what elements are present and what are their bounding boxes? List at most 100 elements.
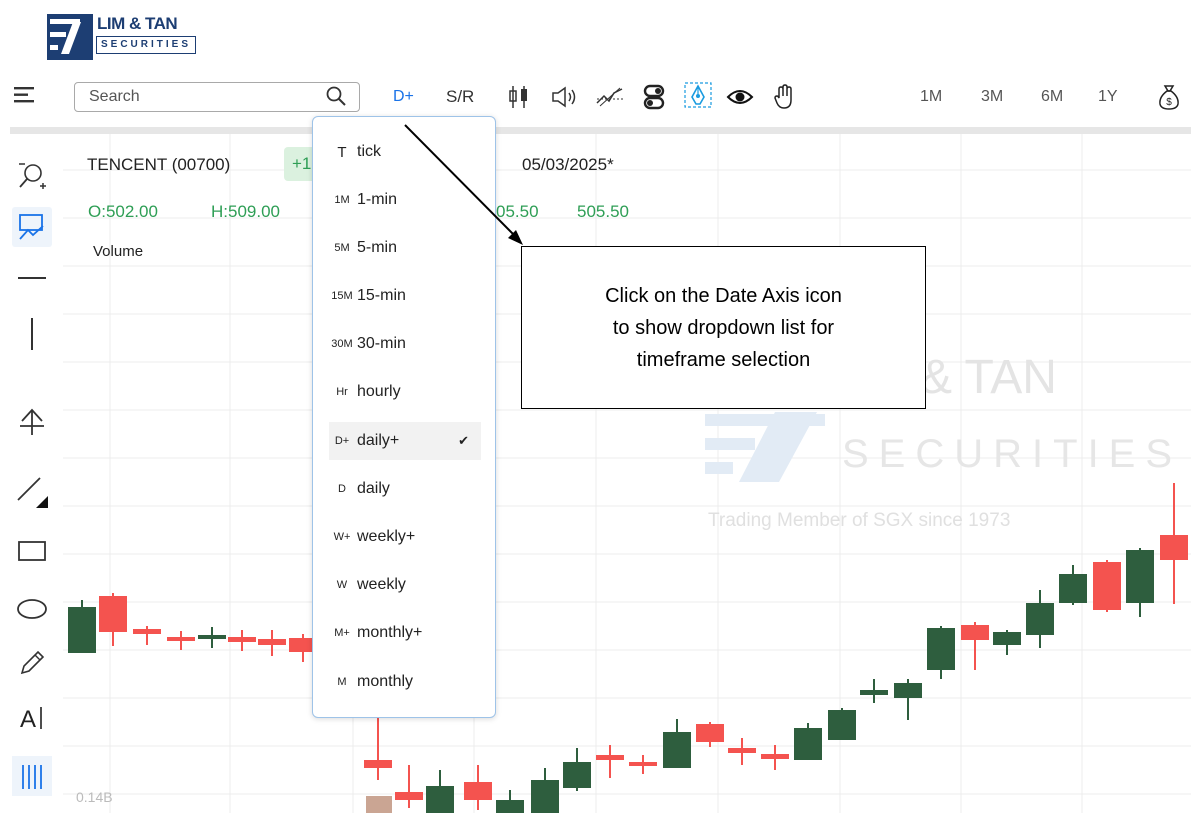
candle-body: [927, 628, 955, 670]
candle-body: [464, 782, 492, 800]
candle-body: [426, 786, 454, 813]
sound-icon[interactable]: [551, 86, 579, 112]
candle-body: [364, 760, 392, 768]
timeframe-option-daily[interactable]: Ddaily: [329, 470, 481, 508]
timeframe-label: monthly+: [357, 624, 423, 641]
trendline-icon[interactable]: [596, 86, 624, 112]
candle-body: [794, 728, 822, 760]
candle-body: [395, 792, 423, 800]
timeframe-label: monthly: [357, 673, 414, 690]
range-1y-button[interactable]: 1Y: [1098, 84, 1118, 110]
candle-body: [629, 762, 657, 766]
svg-text:A: A: [20, 706, 36, 732]
timeframe-option-monthly-plus[interactable]: M+ monthly+: [329, 614, 481, 652]
timeframe-option-monthly[interactable]: Mmonthly: [329, 663, 481, 701]
timeframe-option-hourly[interactable]: Hr hourly: [329, 373, 481, 411]
timeframe-code: 30M: [331, 338, 353, 350]
logo-subtitle: SECURITIES: [96, 36, 196, 54]
candle-body: [68, 607, 96, 653]
callout-line-2: to show dropdown list for: [612, 316, 835, 339]
watermark-title: & TAN: [920, 351, 1057, 404]
pencil-icon[interactable]: [12, 643, 52, 683]
candle-body: [828, 710, 856, 740]
timeframe-option-15-min[interactable]: 15M 15-min: [329, 277, 481, 315]
candle-body: [1160, 535, 1188, 560]
toggle-icon[interactable]: [643, 84, 665, 110]
date-axis-button[interactable]: D+: [393, 84, 414, 110]
timeframe-option-1-min[interactable]: 1M 1-min: [329, 181, 481, 219]
ohlc-low: 05.50: [496, 202, 539, 221]
candle-body: [761, 754, 789, 759]
rectangle-icon[interactable]: [12, 531, 52, 571]
timeframe-code: T: [337, 143, 347, 161]
volume-label: Volume: [93, 243, 144, 260]
candle-body: [228, 637, 256, 642]
timeframe-option-weekly[interactable]: Wweekly: [329, 566, 481, 604]
candle-body: [894, 683, 922, 698]
timeframe-code: W+: [333, 531, 351, 543]
volume-axis-tick: 0.14B: [76, 789, 113, 805]
ohlc-open: O:502.00: [88, 202, 158, 221]
timeframe-label: 15-min: [357, 287, 406, 304]
candle-body: [1093, 562, 1121, 610]
timeframe-option-daily-plus[interactable]: D+ daily+ ✔: [329, 422, 481, 460]
menu-icon[interactable]: [14, 86, 36, 104]
timeframe-label: 30-min: [357, 335, 406, 352]
candle-icon[interactable]: [508, 85, 530, 111]
timeframe-option-30-min[interactable]: 30M 30-min: [329, 325, 481, 363]
candle-body: [563, 762, 591, 788]
timeframe-code: D: [338, 483, 346, 495]
search-input[interactable]: [74, 82, 360, 112]
eye-icon[interactable]: [726, 86, 754, 112]
chart-draw-icon[interactable]: [12, 207, 52, 247]
text-icon[interactable]: A: [12, 697, 52, 737]
check-icon: ✔: [458, 433, 469, 448]
money-bag-icon[interactable]: $: [1157, 83, 1181, 110]
arrow-up-icon[interactable]: [12, 402, 52, 442]
hand-icon[interactable]: [773, 84, 795, 110]
candle-body: [1059, 574, 1087, 603]
candle-body: [133, 629, 161, 634]
logo-title: LIM & TAN: [97, 14, 178, 33]
brand-logo: LIM & TAN SECURITIES: [47, 14, 197, 62]
zoom-icon[interactable]: [12, 156, 52, 196]
candle-body: [993, 632, 1021, 645]
timeframe-label: weekly: [357, 576, 406, 593]
timeframe-code: 1M: [334, 194, 350, 206]
timeframe-option-weekly-plus[interactable]: W+ weekly+: [329, 518, 481, 556]
horizontal-line-icon[interactable]: [12, 258, 52, 298]
candle-body: [1026, 603, 1054, 635]
candle-body: [596, 755, 624, 760]
candle-body: [198, 635, 226, 639]
candle-body: [99, 596, 127, 632]
ellipse-icon[interactable]: [12, 589, 52, 629]
timeframe-code: W: [336, 579, 348, 591]
diagonal-line-icon[interactable]: [12, 470, 52, 510]
callout-line-3: timeframe selection: [636, 348, 811, 371]
instruction-callout: Click on the Date Axis icon to show drop…: [521, 246, 926, 409]
range-6m-button[interactable]: 6M: [1041, 84, 1063, 110]
timeframe-code: Hr: [336, 386, 348, 398]
timeframe-code: D+: [334, 435, 350, 447]
fibonacci-icon[interactable]: [12, 756, 52, 796]
search-icon[interactable]: [325, 85, 347, 107]
svg-text:$: $: [1166, 97, 1172, 108]
pen-tool-icon[interactable]: [683, 80, 713, 108]
watermark-tagline: Trading Member of SGX since 1973: [708, 510, 1011, 531]
timeframe-option-5-min[interactable]: 5M 5-min: [329, 229, 481, 267]
support-resistance-button[interactable]: S/R: [446, 84, 474, 110]
timeframe-label: daily+: [357, 432, 400, 449]
timeframe-label: 1-min: [357, 191, 398, 208]
range-3m-button[interactable]: 3M: [981, 84, 1003, 110]
date-label: 05/03/2025*: [522, 155, 614, 174]
timeframe-dropdown: Ttick 1M 1-min 5M 5-min 15M 15-min 30M 30-min Hr h…: [312, 116, 496, 718]
timeframe-label: 5-min: [357, 239, 398, 256]
candle-body: [860, 690, 888, 695]
timeframe-option-tick[interactable]: Ttick: [329, 133, 481, 171]
timeframe-code: 15M: [331, 290, 353, 302]
timeframe-label: hourly: [357, 383, 401, 400]
range-1m-button[interactable]: 1M: [920, 84, 942, 110]
vertical-line-icon[interactable]: [12, 314, 52, 354]
ticker-label: TENCENT (00700): [87, 155, 231, 174]
watermark-subtitle: SECURITIES: [842, 432, 1183, 476]
